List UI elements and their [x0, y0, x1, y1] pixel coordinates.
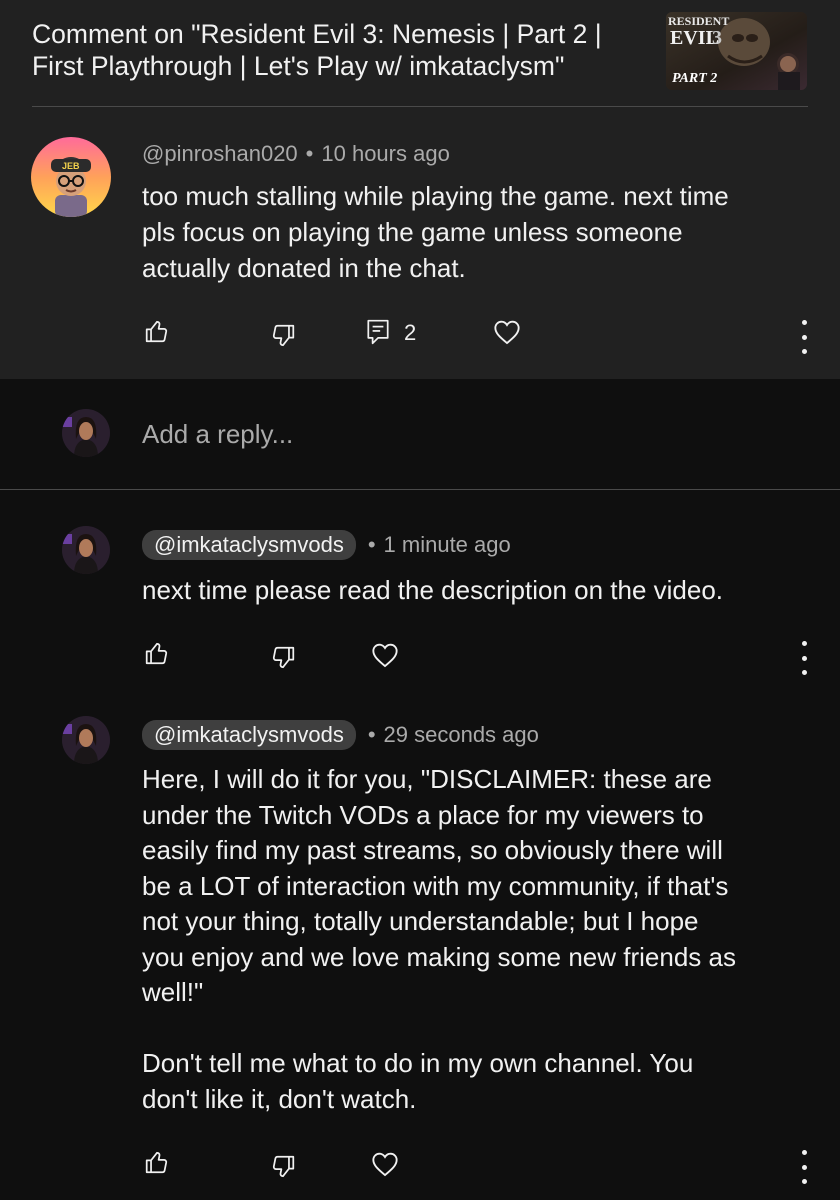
parent-comment: JEB @pinroshan020 • 10 hours ago too much …: [0, 107, 840, 379]
current-user-avatar: [62, 409, 110, 457]
dislike-button[interactable]: [268, 321, 298, 351]
reply-count[interactable]: 2: [404, 320, 416, 346]
reply-divider: [0, 489, 840, 490]
more-options-button[interactable]: [794, 641, 814, 675]
more-vertical-icon: [801, 1150, 807, 1155]
like-button[interactable]: [142, 1147, 172, 1177]
more-vertical-icon: [801, 641, 807, 646]
reply-text: Here, I will do it for you, "DISCLAIMER:…: [142, 764, 736, 1114]
thumbs-up-icon: [145, 320, 168, 343]
reply-author[interactable]: @imkataclysmvods: [142, 720, 356, 750]
avatar-image: JEB: [31, 137, 111, 217]
reply-author[interactable]: @imkataclysmvods: [142, 530, 356, 560]
heart-icon: [372, 1152, 398, 1177]
thumbs-up-icon: [145, 642, 168, 665]
comment-meta: @pinroshan020 • 10 hours ago: [142, 141, 450, 167]
avatar-cap-badge: JEB: [62, 161, 80, 171]
add-reply-input[interactable]: Add a reply...: [142, 419, 293, 450]
reply-input-row: Add a reply...: [0, 379, 840, 489]
comment-author[interactable]: @pinroshan020: [142, 141, 298, 166]
comment-thread-page: Comment on "Resident Evil 3: Nemesis | P…: [0, 0, 840, 1200]
meta-separator: •: [367, 532, 376, 557]
more-options-button[interactable]: [794, 1150, 814, 1184]
comment-icon: [367, 319, 389, 345]
reply-button[interactable]: [363, 317, 393, 347]
like-button[interactable]: [142, 316, 172, 346]
meta-separator: •: [305, 141, 314, 166]
svg-text:3: 3: [712, 27, 722, 49]
video-title[interactable]: Comment on "Resident Evil 3: Nemesis | P…: [32, 18, 642, 82]
reply-meta: @imkataclysmvods • 29 seconds ago: [142, 720, 539, 750]
thumbs-up-icon: [145, 1151, 168, 1174]
heart-icon: [494, 320, 520, 345]
more-options-button[interactable]: [794, 320, 814, 354]
dislike-button[interactable]: [268, 643, 298, 673]
comment-text: too much stalling while playing the game…: [142, 181, 729, 283]
thumbnail-image: RESIDENT EVIL 3 PART 2: [666, 12, 807, 90]
heart-button[interactable]: [492, 317, 522, 347]
more-vertical-icon: [801, 320, 807, 325]
thumbs-down-icon: [272, 324, 295, 347]
like-button[interactable]: [142, 638, 172, 668]
reply-time: 1 minute ago: [383, 532, 511, 557]
meta-separator: •: [367, 722, 376, 747]
dislike-button[interactable]: [268, 1152, 298, 1182]
thumbs-down-icon: [272, 646, 295, 669]
heart-icon: [372, 643, 398, 668]
heart-button[interactable]: [370, 640, 400, 670]
reply-author-avatar[interactable]: [62, 526, 110, 574]
video-thumbnail[interactable]: RESIDENT EVIL 3 PART 2: [666, 12, 807, 90]
reply-author-avatar[interactable]: [62, 716, 110, 764]
reply-meta: @imkataclysmvods • 1 minute ago: [142, 530, 511, 560]
header: Comment on "Resident Evil 3: Nemesis | P…: [0, 0, 840, 107]
reply-time: 29 seconds ago: [383, 722, 539, 747]
commenter-avatar[interactable]: JEB: [31, 137, 111, 217]
reply-text: next time please read the description on…: [142, 575, 724, 605]
thumbnail-part-label: PART 2: [672, 71, 717, 86]
comment-time: 10 hours ago: [321, 141, 450, 166]
heart-button[interactable]: [370, 1149, 400, 1179]
thumbs-down-icon: [272, 1155, 295, 1178]
thumbnail-logo: RESIDENT: [668, 14, 729, 28]
